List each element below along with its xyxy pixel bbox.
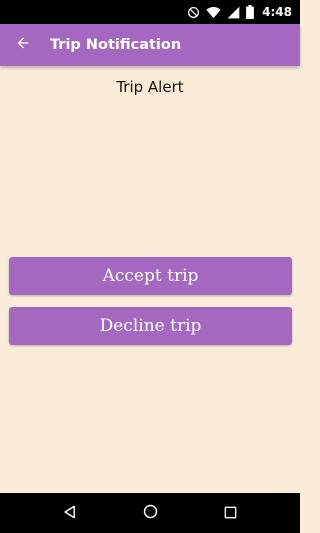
trip-alert-title: Trip Alert bbox=[116, 78, 184, 96]
signal-icon bbox=[227, 6, 240, 19]
navigation-bar bbox=[0, 493, 300, 533]
do-not-disturb-icon bbox=[187, 6, 200, 19]
home-circle-icon bbox=[143, 504, 158, 523]
status-time: 4:48 bbox=[262, 5, 292, 19]
recents-square-icon bbox=[224, 504, 237, 523]
app-bar: Trip Notification bbox=[0, 24, 300, 66]
back-button[interactable] bbox=[0, 24, 46, 66]
decline-trip-button[interactable]: Decline trip bbox=[9, 307, 292, 345]
app-title: Trip Notification bbox=[50, 37, 182, 53]
nav-recents-button[interactable] bbox=[210, 493, 250, 533]
back-triangle-icon bbox=[63, 504, 77, 523]
nav-back-button[interactable] bbox=[50, 493, 90, 533]
nav-home-button[interactable] bbox=[130, 493, 170, 533]
accept-trip-button[interactable]: Accept trip bbox=[9, 257, 292, 295]
battery-icon bbox=[246, 5, 255, 19]
wifi-icon bbox=[206, 6, 221, 19]
arrow-left-icon bbox=[15, 35, 31, 55]
status-bar: 4:48 bbox=[0, 0, 300, 24]
